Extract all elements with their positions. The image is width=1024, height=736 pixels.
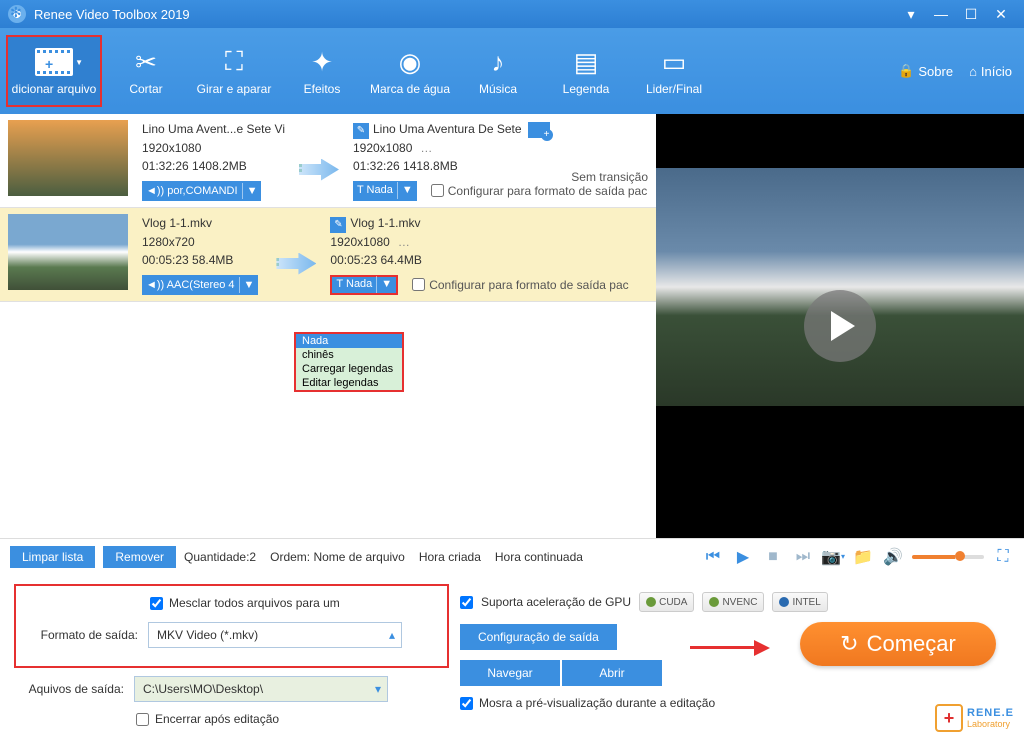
play-button[interactable]: ▶ [732,546,754,568]
fullscreen-button[interactable]: ⛶ [992,546,1014,568]
cut-button[interactable]: ✂ Cortar [102,35,190,107]
file-list: Lino Uma Avent...e Sete Vi 1920x1080 01:… [0,114,656,538]
file-row[interactable]: Vlog 1-1.mkv 1280x720 00:05:23 58.4MB ◄)… [0,208,656,302]
created-link[interactable]: Hora criada [419,550,481,564]
about-link[interactable]: 🔒Sobre [892,59,959,83]
audio-tag[interactable]: ◄)) por,COMANDI▼ [142,181,261,201]
watermark-button[interactable]: ◉ Marca de água [366,35,454,107]
preview-panel [656,114,1024,538]
film-add-icon: +▼ [35,48,73,76]
lock-icon: 🔒 [898,63,914,79]
main-toolbar: +▼ dicionar arquivo ✂ Cortar ⛶ Girar e a… [0,28,1024,114]
home-icon: ⌂ [969,64,977,79]
next-button[interactable]: ⏭ [792,546,814,568]
brand-logo: + RENE.ELaboratory [935,704,1014,732]
refresh-icon: ↻ [840,631,858,657]
output-config-button[interactable]: Configuração de saída [460,624,617,650]
arrow-icon [299,159,339,181]
file-info: Lino Uma Avent...e Sete Vi 1920x1080 01:… [142,120,285,201]
music-button[interactable]: ♪ Música [454,35,542,107]
output-path-label: Aquivos de saída: [14,682,124,696]
continued-link[interactable]: Hora continuada [495,550,583,564]
more-icon[interactable]: … [398,235,410,249]
crop-icon: ⛶ [214,46,254,78]
prev-button[interactable]: ⏮ [702,546,724,568]
folder-button[interactable]: 📁 [852,546,874,568]
chevron-down-icon: ▾ [375,682,381,696]
watermark-icon: ◉ [390,46,430,78]
arrow-icon [276,253,316,275]
dropdown-icon[interactable]: ▾ [896,6,926,23]
more-icon[interactable]: … [420,141,432,155]
leader-icon: ▭ [654,46,694,78]
app-logo-icon [8,5,26,23]
home-link[interactable]: ⌂Início [963,60,1018,83]
open-button[interactable]: Abrir [562,660,662,686]
format-label: Formato de saída: [28,628,138,642]
transition-label: Sem transição [571,170,648,184]
thumbnail [8,214,128,290]
file-info: Vlog 1-1.mkv 1280x720 00:05:23 58.4MB ◄)… [142,214,262,295]
quantity-label: Quantidade:2 [184,550,256,564]
cuda-badge: CUDA [639,592,694,612]
minimize-button[interactable]: — [926,6,956,22]
edit-icon[interactable]: ✎ [330,217,346,233]
effects-button[interactable]: ✦ Efeitos [278,35,366,107]
sparkle-icon: ✦ [302,46,342,78]
file-row[interactable]: Lino Uma Avent...e Sete Vi 1920x1080 01:… [0,114,656,208]
order-link[interactable]: Ordem: Nome de arquivo [270,550,405,564]
main-area: Lino Uma Avent...e Sete Vi 1920x1080 01:… [0,114,1024,538]
dropdown-option[interactable]: chinês [296,348,402,362]
close-button[interactable]: ✕ [986,6,1016,23]
play-overlay-button[interactable] [804,290,876,362]
start-button[interactable]: ↻Começar [800,622,996,666]
close-after-checkbox[interactable] [136,713,149,726]
music-note-icon: ♪ [478,46,518,78]
merge-checkbox[interactable] [150,597,163,610]
add-video-icon[interactable] [528,122,550,138]
add-file-button[interactable]: +▼ dicionar arquivo [6,35,102,107]
chevron-up-icon: ▴ [389,628,395,642]
preview-checkbox[interactable] [460,697,473,710]
edit-icon[interactable]: ✎ [353,123,369,139]
remove-button[interactable]: Remover [103,546,176,568]
dropdown-option[interactable]: Carregar legendas [296,362,402,376]
output-settings-box: Mesclar todos arquivos para um Formato d… [14,584,449,668]
bottom-panel: Mesclar todos arquivos para um Formato d… [0,574,1024,736]
audio-tag[interactable]: ◄)) AAC(Stereo 4▼ [142,275,258,295]
format-combo[interactable]: MKV Video (*.mkv)▴ [148,622,402,648]
dropdown-option[interactable]: Editar legendas [296,376,402,390]
subtitle-dropdown: Nada chinês Carregar legendas Editar leg… [294,332,404,392]
scissors-icon: ✂ [126,46,166,78]
snapshot-button[interactable]: 📷▾ [822,546,844,568]
volume-slider[interactable] [912,555,984,559]
rotate-crop-button[interactable]: ⛶ Girar e aparar [190,35,278,107]
subtitle-icon: ▤ [566,46,606,78]
subtitle-button[interactable]: ▤ Legenda [542,35,630,107]
app-title: Renee Video Toolbox 2019 [34,7,190,22]
title-bar: Renee Video Toolbox 2019 ▾ — ☐ ✕ [0,0,1024,28]
maximize-button[interactable]: ☐ [956,6,986,23]
list-controls: Limpar lista Remover Quantidade:2 Ordem:… [0,538,1024,574]
dropdown-option[interactable]: Nada [296,334,402,348]
stop-button[interactable]: ■ [762,546,784,568]
gpu-row: Suporta aceleração de GPU CUDA NVENC INT… [460,592,828,612]
output-info: ✎Lino Uma Aventura De Sete 1920x1080… 01… [353,120,648,201]
gpu-checkbox[interactable] [460,596,473,609]
output-info: ✎Vlog 1-1.mkv 1920x1080… 00:05:23 64.4MB… [330,214,648,295]
brand-plus-icon: + [935,704,963,732]
subtitle-tag[interactable]: T Nada▼ [330,275,398,295]
clear-list-button[interactable]: Limpar lista [10,546,95,568]
preview-frame [656,168,1024,406]
intel-badge: INTEL [772,592,827,612]
nvenc-badge: NVENC [702,592,764,612]
browse-button[interactable]: Navegar [460,660,560,686]
config-checkbox[interactable] [412,278,425,291]
volume-icon[interactable]: 🔊 [882,546,904,568]
thumbnail [8,120,128,196]
leader-button[interactable]: ▭ Lider/Final [630,35,718,107]
subtitle-tag[interactable]: T Nada▼ [353,181,417,201]
arrow-annotation [690,640,774,656]
config-checkbox[interactable] [431,184,444,197]
